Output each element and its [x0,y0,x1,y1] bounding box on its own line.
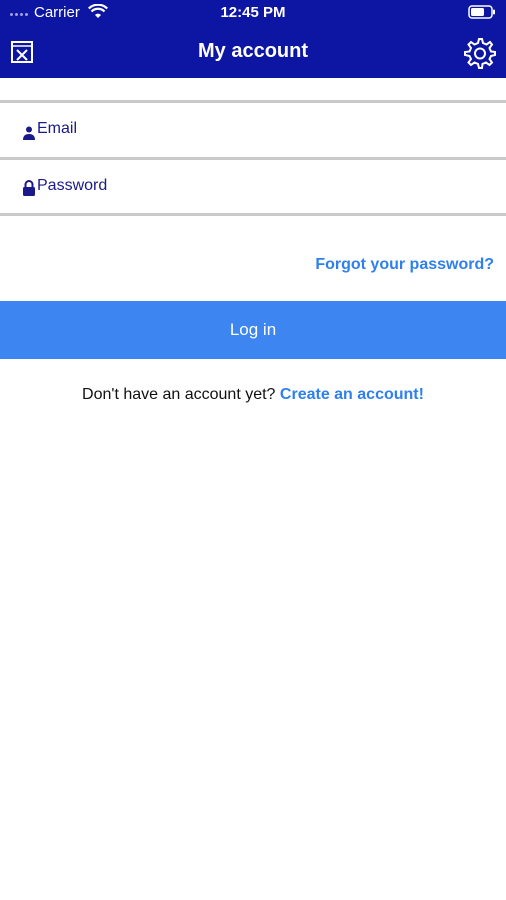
lock-icon [23,180,35,196]
create-account-link[interactable]: Create an account! [280,386,424,403]
password-field[interactable] [0,157,506,216]
navigation-bar: My account [0,28,506,78]
page-title: My account [197,40,309,62]
password-input[interactable] [37,172,477,200]
status-time: 12:45 PM [220,4,286,21]
battery-icon [468,5,495,19]
login-button[interactable]: Log in [0,301,506,359]
signup-prompt-text: Don't have an account yet? [82,386,276,403]
forgot-password-link[interactable]: Forgot your password? [315,256,494,274]
app-header: Carrier 12:45 PM My account [0,0,506,78]
signup-prompt: Don't have an account yet? Create an acc… [0,386,506,404]
gear-icon[interactable] [462,36,496,70]
user-icon [23,126,35,140]
status-bar: Carrier 12:45 PM [0,0,506,26]
email-input[interactable] [37,115,477,143]
email-field[interactable] [0,100,506,156]
